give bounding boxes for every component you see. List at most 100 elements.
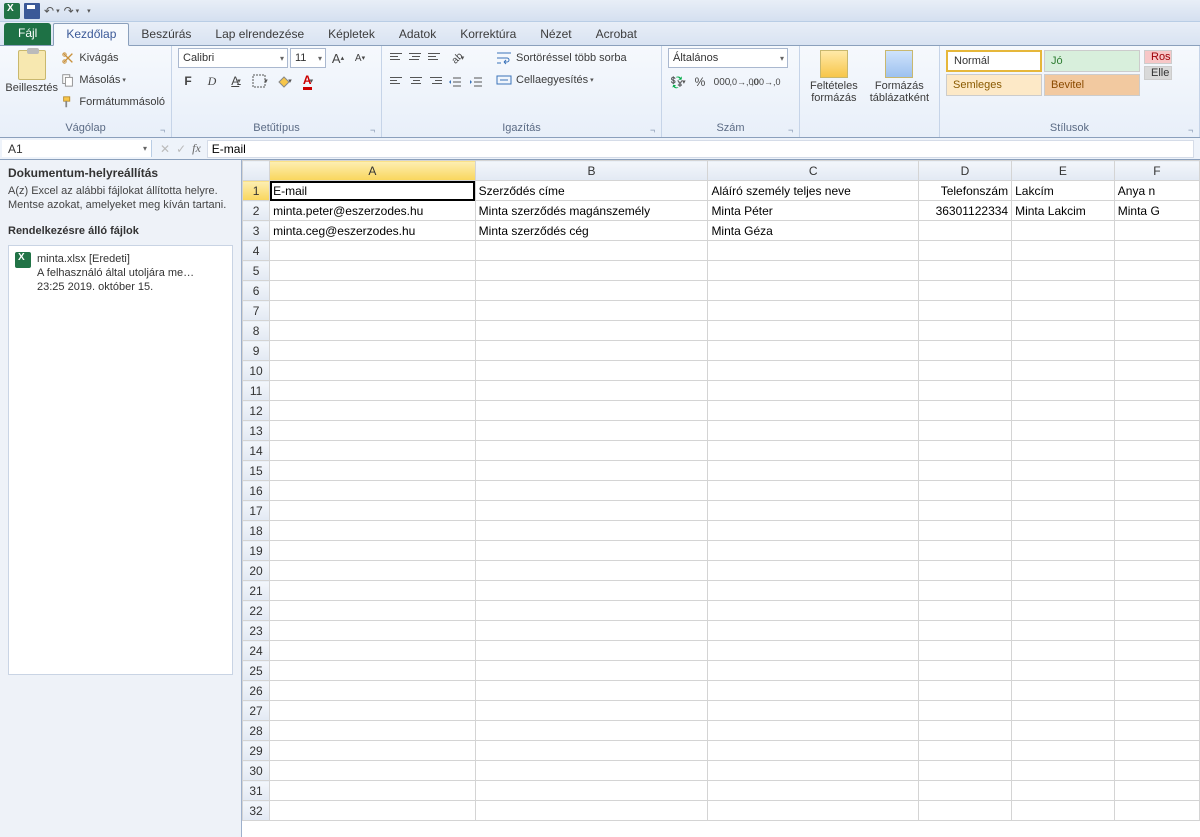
cell-B8[interactable] xyxy=(475,321,708,341)
row-header-4[interactable]: 4 xyxy=(243,241,270,261)
cell-F3[interactable] xyxy=(1114,221,1199,241)
row-header-13[interactable]: 13 xyxy=(243,421,270,441)
cell-A26[interactable] xyxy=(270,681,476,701)
cell-F15[interactable] xyxy=(1114,461,1199,481)
cell-B24[interactable] xyxy=(475,641,708,661)
cell-F27[interactable] xyxy=(1114,701,1199,721)
row-header-32[interactable]: 32 xyxy=(243,801,270,821)
cell-C5[interactable] xyxy=(708,261,918,281)
cell-E32[interactable] xyxy=(1012,801,1115,821)
cell-F10[interactable] xyxy=(1114,361,1199,381)
merge-cells-button[interactable]: Cellaegyesítés▾ xyxy=(496,70,627,90)
cell-F18[interactable] xyxy=(1114,521,1199,541)
cell-C11[interactable] xyxy=(708,381,918,401)
cell-F4[interactable] xyxy=(1114,241,1199,261)
cell-C7[interactable] xyxy=(708,301,918,321)
cell-E17[interactable] xyxy=(1012,501,1115,521)
tab-page-layout[interactable]: Lap elrendezése xyxy=(203,24,316,45)
cell-B23[interactable] xyxy=(475,621,708,641)
copy-button[interactable]: Másolás▾ xyxy=(61,70,165,90)
cancel-icon[interactable]: ✕ xyxy=(160,142,170,156)
cell-E30[interactable] xyxy=(1012,761,1115,781)
paste-button[interactable]: Beillesztés xyxy=(6,48,57,96)
cell-A2[interactable]: minta.peter@eszerzodes.hu xyxy=(270,201,476,221)
cell-A32[interactable] xyxy=(270,801,476,821)
cell-E15[interactable] xyxy=(1012,461,1115,481)
cell-D15[interactable] xyxy=(918,461,1011,481)
cell-B32[interactable] xyxy=(475,801,708,821)
cell-A24[interactable] xyxy=(270,641,476,661)
cell-B1[interactable]: Szerződés címe xyxy=(475,181,708,201)
cell-C26[interactable] xyxy=(708,681,918,701)
cell-B20[interactable] xyxy=(475,561,708,581)
row-header-3[interactable]: 3 xyxy=(243,221,270,241)
align-center-button[interactable] xyxy=(407,72,425,88)
cell-A29[interactable] xyxy=(270,741,476,761)
col-header-C[interactable]: C xyxy=(708,161,918,181)
increase-indent-button[interactable] xyxy=(466,72,486,92)
conditional-format-button[interactable]: Feltételes formázás xyxy=(806,48,862,106)
cell-D17[interactable] xyxy=(918,501,1011,521)
tab-home[interactable]: Kezdőlap xyxy=(53,23,129,46)
cell-E1[interactable]: Lakcím xyxy=(1012,181,1115,201)
cell-D1[interactable]: Telefonszám xyxy=(918,181,1011,201)
cell-A6[interactable] xyxy=(270,281,476,301)
style-good[interactable]: Jó xyxy=(1044,50,1140,72)
cell-D14[interactable] xyxy=(918,441,1011,461)
cell-E16[interactable] xyxy=(1012,481,1115,501)
cell-A18[interactable] xyxy=(270,521,476,541)
align-right-button[interactable] xyxy=(426,72,444,88)
cell-A19[interactable] xyxy=(270,541,476,561)
cell-B21[interactable] xyxy=(475,581,708,601)
cell-C24[interactable] xyxy=(708,641,918,661)
row-header-24[interactable]: 24 xyxy=(243,641,270,661)
tab-file[interactable]: Fájl xyxy=(4,23,51,45)
cell-D28[interactable] xyxy=(918,721,1011,741)
cell-D25[interactable] xyxy=(918,661,1011,681)
cell-A17[interactable] xyxy=(270,501,476,521)
cell-A7[interactable] xyxy=(270,301,476,321)
cell-F16[interactable] xyxy=(1114,481,1199,501)
font-size-combo[interactable]: 11 xyxy=(290,48,326,68)
row-header-6[interactable]: 6 xyxy=(243,281,270,301)
cell-C23[interactable] xyxy=(708,621,918,641)
cell-C21[interactable] xyxy=(708,581,918,601)
row-header-21[interactable]: 21 xyxy=(243,581,270,601)
cell-F5[interactable] xyxy=(1114,261,1199,281)
cell-C19[interactable] xyxy=(708,541,918,561)
cell-F9[interactable] xyxy=(1114,341,1199,361)
cell-D12[interactable] xyxy=(918,401,1011,421)
cell-C6[interactable] xyxy=(708,281,918,301)
undo-dropdown-icon[interactable]: ▾ xyxy=(56,7,60,15)
cell-F25[interactable] xyxy=(1114,661,1199,681)
cell-C25[interactable] xyxy=(708,661,918,681)
cell-E18[interactable] xyxy=(1012,521,1115,541)
cell-C12[interactable] xyxy=(708,401,918,421)
style-neutral[interactable]: Semleges xyxy=(946,74,1042,96)
cell-C28[interactable] xyxy=(708,721,918,741)
cell-E23[interactable] xyxy=(1012,621,1115,641)
cell-D10[interactable] xyxy=(918,361,1011,381)
enter-icon[interactable]: ✓ xyxy=(176,142,186,156)
cell-E4[interactable] xyxy=(1012,241,1115,261)
cell-F6[interactable] xyxy=(1114,281,1199,301)
cell-D3[interactable] xyxy=(918,221,1011,241)
cell-E10[interactable] xyxy=(1012,361,1115,381)
font-name-combo[interactable]: Calibri xyxy=(178,48,288,68)
cell-C15[interactable] xyxy=(708,461,918,481)
cell-D19[interactable] xyxy=(918,541,1011,561)
cell-C27[interactable] xyxy=(708,701,918,721)
cell-C30[interactable] xyxy=(708,761,918,781)
cell-E13[interactable] xyxy=(1012,421,1115,441)
tab-review[interactable]: Korrektúra xyxy=(448,24,528,45)
cell-A30[interactable] xyxy=(270,761,476,781)
cell-C16[interactable] xyxy=(708,481,918,501)
formula-input[interactable] xyxy=(207,140,1194,158)
cell-C9[interactable] xyxy=(708,341,918,361)
tab-view[interactable]: Nézet xyxy=(528,24,583,45)
cell-A16[interactable] xyxy=(270,481,476,501)
cell-C13[interactable] xyxy=(708,421,918,441)
cell-D5[interactable] xyxy=(918,261,1011,281)
cell-E25[interactable] xyxy=(1012,661,1115,681)
cell-F7[interactable] xyxy=(1114,301,1199,321)
